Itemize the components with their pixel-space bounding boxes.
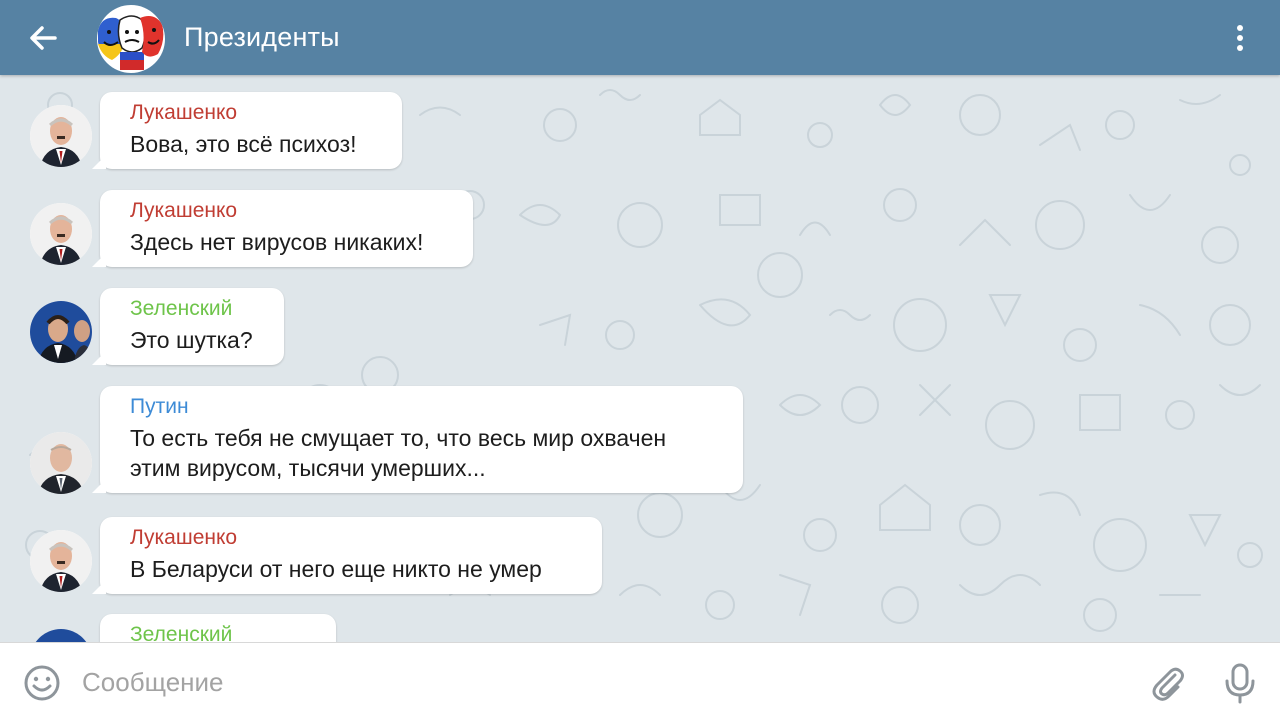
group-avatar-icon [97,5,165,73]
message-text: Здесь нет вирусов никаких! [130,229,424,255]
message-bubble[interactable]: Зеленский [100,614,336,642]
zelensky-avatar[interactable] [30,301,92,363]
attach-button[interactable] [1148,663,1188,703]
message-bubble[interactable]: Зеленский Это шутка? [92,288,284,365]
message-composer [0,642,1280,720]
sender-name: Лукашенко [130,101,238,124]
message-bubble[interactable]: Путин То есть тебя не смущает то, что ве… [92,386,743,493]
sender-name: Зеленский [130,297,233,320]
chat-title[interactable]: Президенты [184,20,340,54]
sender-name: Лукашенко [130,526,238,549]
back-button[interactable] [24,18,64,58]
more-vertical-icon [1237,25,1243,51]
lukashenko-avatar[interactable] [30,203,92,265]
sender-name: Зеленский [130,623,233,642]
message-text: Вова, это всё психоз! [130,131,357,157]
putin-avatar[interactable] [30,432,92,494]
message-bubble[interactable]: Лукашенко Здесь нет вирусов никаких! [92,190,473,267]
message-input[interactable] [82,661,1122,703]
message-text: В Беларуси от него еще никто не умер [130,556,542,582]
message-bubble[interactable]: Лукашенко В Беларуси от него еще никто н… [92,517,602,594]
paperclip-icon [1152,667,1184,701]
message-text: То есть тебя не смущает то, что весь мир… [130,423,721,483]
voice-button[interactable] [1222,661,1258,705]
message-line: То есть тебя не смущает то, что весь мир… [130,425,667,451]
smile-icon [24,665,60,701]
message-bubble[interactable]: Лукашенко Вова, это всё психоз! [92,92,402,169]
emoji-button[interactable] [22,663,62,703]
message-list[interactable]: Лукашенко Вова, это всё психоз! Лукашенк… [0,75,1280,642]
menu-button[interactable] [1222,20,1258,56]
message-line: этим вирусом, тысячи умерших... [130,455,486,481]
microphone-icon [1225,663,1255,704]
arrow-left-icon [30,26,57,50]
sender-name: Путин [130,395,189,418]
lukashenko-avatar[interactable] [30,530,92,592]
lukashenko-avatar[interactable] [30,105,92,167]
message-text: Это шутка? [130,327,253,353]
chat-header: Президенты [0,0,1280,75]
sender-name: Лукашенко [130,199,238,222]
group-avatar[interactable] [96,4,166,74]
